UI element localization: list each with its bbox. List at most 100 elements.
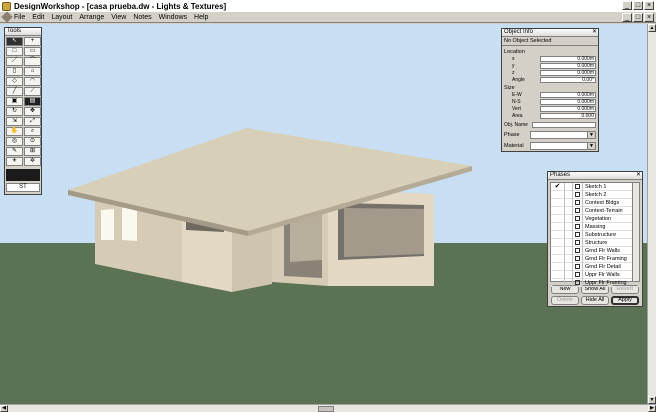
light-tool-icon[interactable]: ✲ [24,157,41,166]
sun-tool-icon[interactable]: ☀ [6,157,23,166]
visibility-toggle[interactable] [565,246,573,255]
zoom-tool-icon[interactable]: ⌕ [24,127,41,136]
menu-file[interactable]: File [14,14,25,21]
pencil-tool-icon[interactable]: ╱ [6,87,23,96]
close-icon[interactable]: ✕ [592,29,597,36]
menu-notes[interactable]: Notes [133,14,151,21]
vertical-scrollbar[interactable]: ▲ ▼ [647,24,656,404]
grid-tool-icon[interactable]: ⊞ [24,147,41,156]
visibility-toggle[interactable] [565,214,573,223]
obj-name-field[interactable] [532,121,596,128]
scale-tool-icon[interactable]: ⇲ [6,117,23,126]
checkmark-icon[interactable] [551,238,565,247]
checkmark-icon[interactable] [551,214,565,223]
dome-tool-icon[interactable]: ◠ [24,77,41,86]
camera-tool-icon[interactable]: ⊙ [24,137,41,146]
scroll-left-icon[interactable]: ◀ [0,405,8,412]
visibility-toggle[interactable] [565,182,573,191]
size-value-field[interactable]: 0.000m [540,105,596,112]
delete-button[interactable]: Delete [551,296,579,305]
apply-button[interactable]: Apply [611,296,639,305]
pan-tool-icon[interactable]: ✋ [6,127,23,136]
eye-tool-icon[interactable]: ◎ [6,137,23,146]
location-value-field[interactable]: 0.000m [540,69,596,76]
select-arrow-tool-icon[interactable]: ↖ [6,37,23,46]
scroll-up-icon[interactable]: ▲ [648,24,656,32]
phases-scrollbar[interactable] [632,183,639,281]
horizontal-scrollbar[interactable]: ◀ ▶ [0,404,656,412]
render-mode-icon[interactable] [6,169,40,181]
doc-close-button[interactable]: × [644,13,654,22]
menu-layout[interactable]: Layout [51,14,72,21]
checkmark-icon[interactable] [551,198,565,207]
note-tool-icon[interactable]: ✎ [6,147,23,156]
size-value-field[interactable]: 0.000 [540,112,596,119]
line-tool-icon[interactable]: ／ [6,57,23,66]
move-tool-icon[interactable]: ✥ [24,107,41,116]
checkmark-icon[interactable] [551,262,565,271]
roof-tool-icon[interactable]: ⌂ [24,67,41,76]
checkmark-icon[interactable]: ✔ [551,182,565,191]
phases-title[interactable]: Phases ✕ [548,172,642,180]
checkmark-icon[interactable] [551,246,565,255]
location-value-field[interactable]: 0.00° [540,76,596,83]
visibility-toggle[interactable] [565,262,573,271]
arc-tool-icon[interactable]: ⌒ [24,57,41,66]
chevron-down-icon[interactable]: ▼ [587,131,595,138]
visibility-toggle[interactable] [565,254,573,263]
scroll-right-icon[interactable]: ▶ [648,405,656,412]
checkmark-icon[interactable] [551,230,565,239]
menu-help[interactable]: Help [194,14,208,21]
eraser-tool-icon[interactable]: ⟋ [24,87,41,96]
scroll-down-icon[interactable]: ▼ [648,396,656,404]
location-value-field[interactable]: 0.000m [540,62,596,69]
doc-minimize-button[interactable]: _ [622,13,632,22]
chevron-down-icon[interactable]: ▼ [587,142,595,149]
polygon-tool-icon[interactable]: ◇ [6,77,23,86]
block-tool-icon[interactable]: ▭ [24,47,41,56]
location-value-field[interactable]: 0.000m [540,55,596,62]
size-value-field[interactable]: 0.000m [540,98,596,105]
document-icon[interactable] [1,11,13,23]
stretch-tool-icon[interactable]: ⤢ [24,117,41,126]
close-icon[interactable]: ✕ [636,172,641,179]
size-value-field[interactable]: 0.000m [540,91,596,98]
visibility-toggle[interactable] [565,190,573,199]
visibility-toggle[interactable] [565,222,573,231]
minimize-button[interactable]: _ [622,1,632,10]
menu-edit[interactable]: Edit [32,14,44,21]
close-button[interactable]: × [644,1,654,10]
visibility-toggle[interactable] [565,238,573,247]
phase-name: Vegetation [585,215,611,222]
wall-tool-icon[interactable]: ▯ [6,67,23,76]
material-select[interactable]: ▼ [530,141,596,150]
phase-row[interactable]: Uppr Flr Framing [551,278,639,287]
checkmark-icon[interactable] [551,190,565,199]
rectangle-tool-icon[interactable]: □ [6,47,23,56]
rotate-tool-icon[interactable]: ↻ [6,107,23,116]
menu-windows[interactable]: Windows [159,14,187,21]
menu-view[interactable]: View [111,14,126,21]
phase-select[interactable]: ▼ [530,130,596,139]
tools-footer[interactable]: ST [6,183,40,192]
checkmark-icon[interactable] [551,206,565,215]
checkmark-icon[interactable] [551,222,565,231]
object-info-title[interactable]: Object Info ✕ [502,29,598,37]
opening-tool-icon[interactable]: ▣ [6,97,23,106]
checkmark-icon[interactable] [551,254,565,263]
visibility-toggle[interactable] [565,206,573,215]
stair-tool-icon[interactable]: ▤ [24,97,41,106]
tools-palette-title[interactable]: Tools [5,28,41,36]
maximize-button[interactable]: □ [633,1,643,10]
crosshair-tool-icon[interactable]: + [24,37,41,46]
hide-all-button[interactable]: Hide All [581,296,609,305]
visibility-toggle[interactable] [565,230,573,239]
visibility-toggle[interactable] [565,270,573,279]
checkmark-icon[interactable] [551,270,565,279]
visibility-toggle[interactable] [565,198,573,207]
scroll-thumb[interactable] [318,406,334,412]
menu-arrange[interactable]: Arrange [79,14,104,21]
doc-restore-button[interactable]: □ [633,13,643,22]
visibility-toggle[interactable] [565,278,573,287]
checkmark-icon[interactable] [551,278,565,287]
